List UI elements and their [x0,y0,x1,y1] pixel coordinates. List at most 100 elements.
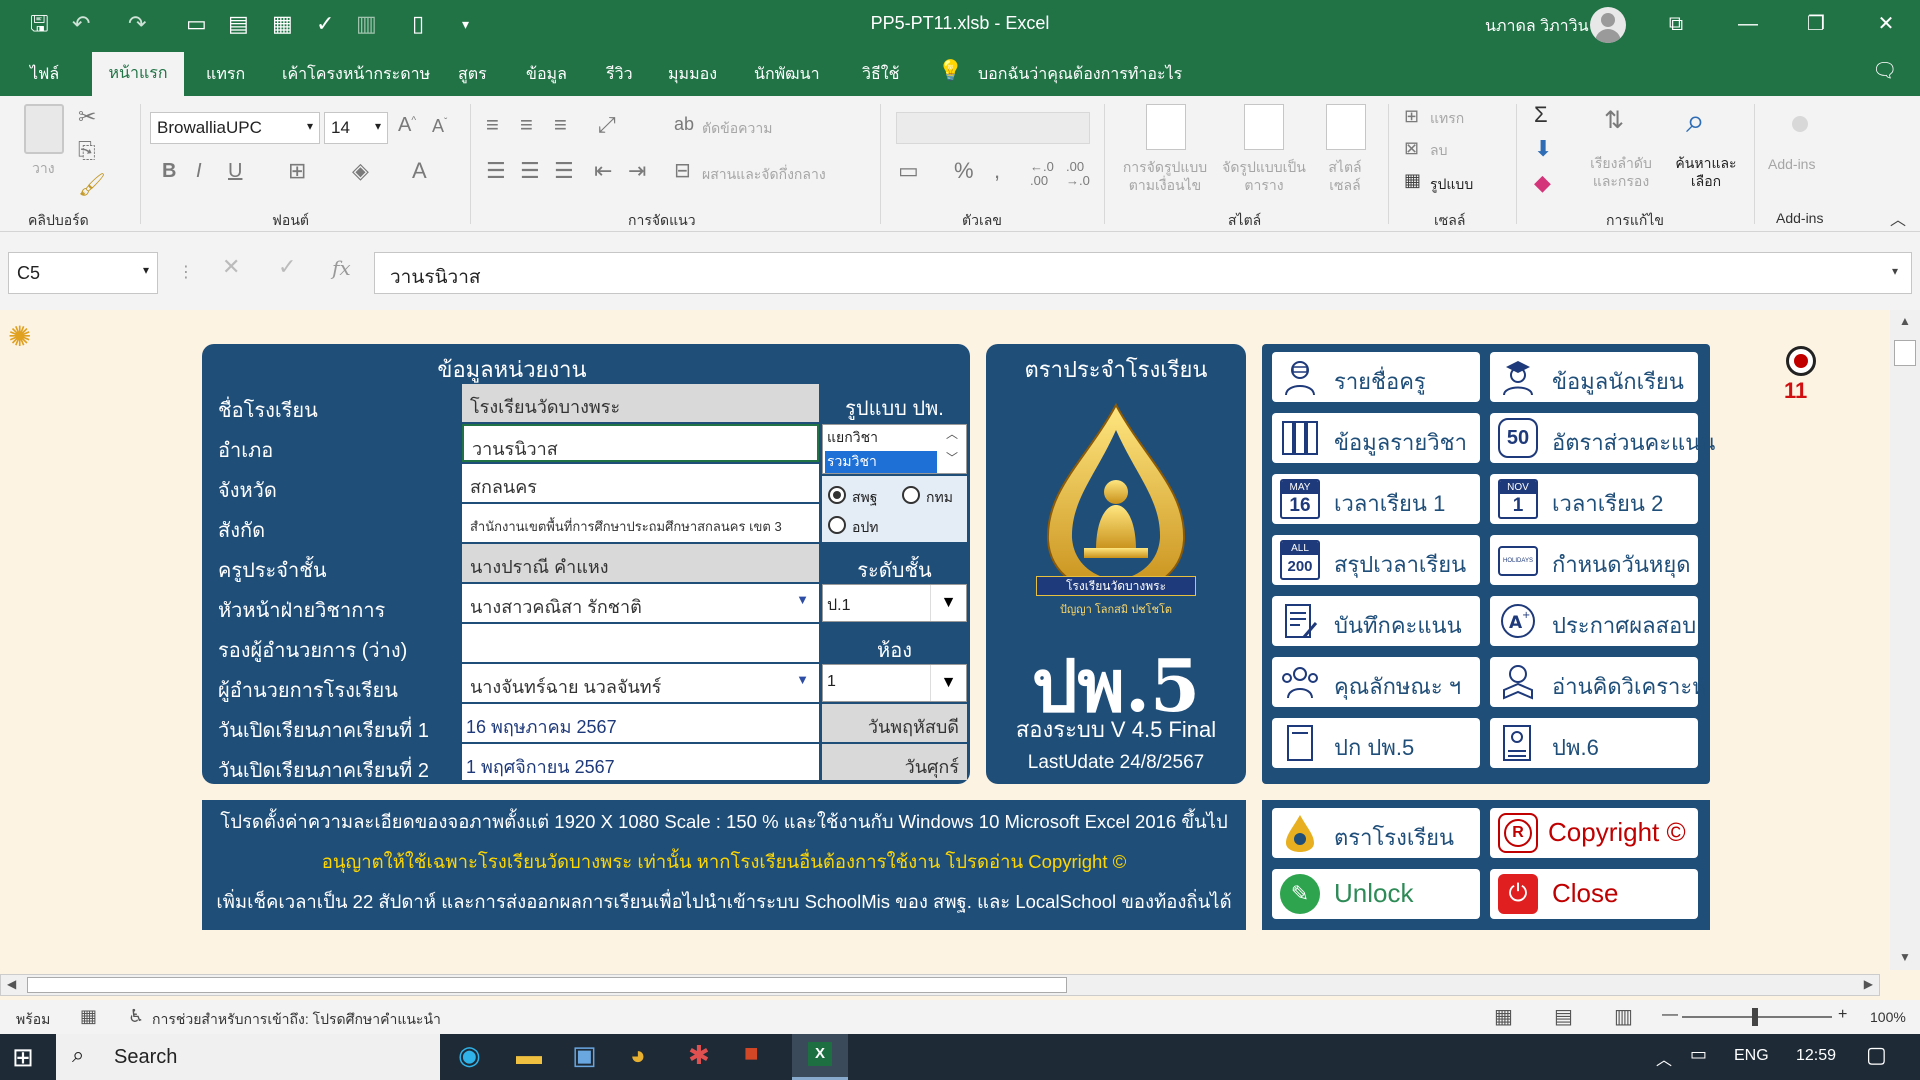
scroll-up-icon[interactable]: ︿ [946,425,958,442]
pp6-button[interactable]: ปพ.6 [1490,718,1698,768]
align-right-icon[interactable]: ☰ [554,158,574,184]
delete-cells-button[interactable]: ลบ [1430,140,1447,162]
formula-input[interactable]: วานรนิวาส [374,252,1912,294]
tab-insert[interactable]: แทรก [206,62,245,87]
cell-style-button[interactable]: สไตล์เซลล์ [1314,158,1376,194]
open-folder-icon[interactable]: ▭ [186,11,207,37]
ribbon-display-icon[interactable]: ⧉ [1656,8,1696,40]
term1-date-cell[interactable]: 16 พฤษภาคม 2567 [462,704,819,742]
decrease-indent-icon[interactable]: ⇤ [594,158,612,184]
fill-icon[interactable]: ⬇ [1534,136,1552,162]
format-cells-icon[interactable]: ▦ [1404,170,1421,191]
fill-color-icon[interactable]: ◈ [352,158,369,184]
align-center-icon[interactable]: ☰ [520,158,540,184]
page-break-view-icon[interactable]: ▥ [1614,1004,1633,1029]
scroll-left-icon[interactable]: ◀ [7,977,16,991]
academic-head-cell[interactable]: นางสาวคณิสา รักชาติ ▼ [462,584,819,622]
tab-view[interactable]: มุมมอง [668,62,717,87]
powerpoint-icon[interactable]: ■ [744,1040,759,1068]
zoom-in-icon[interactable]: + [1838,1006,1847,1024]
orientation-icon[interactable]: ⤢ [598,112,616,138]
pp5-cover-button[interactable]: ปก ปพ.5 [1272,718,1480,768]
format-option-combined[interactable]: รวมวิชา [825,451,937,473]
school-name-cell[interactable]: โรงเรียนวัดบางพระ [462,384,819,422]
tab-home[interactable]: หน้าแรก [92,52,184,96]
radio-lao[interactable] [828,516,846,534]
level-dropdown-icon[interactable]: ▼ [930,585,966,621]
wrap-text-icon[interactable]: ab [674,114,694,135]
decrease-font-icon[interactable]: Aˇ [432,116,447,137]
province-cell[interactable]: สกลนคร [462,464,819,502]
vertical-scroll-thumb[interactable] [1894,340,1916,366]
deputy-director-cell[interactable] [462,624,819,662]
room-dropdown-icon[interactable]: ▼ [930,665,966,701]
page-layout-view-icon[interactable]: ▤ [1554,1004,1573,1029]
tab-help[interactable]: วิธีใช้ [862,62,899,87]
excel-taskbar-button[interactable]: X [792,1034,848,1080]
network-icon[interactable]: ▭ [1690,1044,1707,1065]
new-file-icon[interactable]: ▯ [412,11,424,37]
comments-icon[interactable]: 🗨 [1872,58,1897,83]
tab-file[interactable]: ไฟล์ [30,62,59,87]
zoom-out-icon[interactable]: — [1662,1006,1678,1024]
teacher-list-button[interactable]: รายชื่อครู [1272,352,1480,402]
format-table-icon[interactable] [1244,104,1284,150]
term2-date-cell[interactable]: 1 พฤศจิกายน 2567 [462,744,819,780]
affiliation-cell[interactable]: สำนักงานเขตพื้นที่การศึกษาประถมศึกษาสกลน… [462,504,819,542]
border-icon[interactable]: ⊞ [288,158,306,184]
tray-chevron-icon[interactable]: ︿ [1656,1046,1672,1070]
attendance-summary-button[interactable]: ALL 200 สรุปเวลาเรียน [1272,535,1480,585]
level-select[interactable]: ป.1 ▼ [822,584,967,622]
sort-filter-button[interactable]: เรียงลำดับและกรอง [1586,154,1656,190]
underline-icon[interactable]: U [228,160,242,183]
attendance-1-button[interactable]: MAY 16 เวลาเรียน 1 [1272,474,1480,524]
undo-icon[interactable]: ↶ [72,11,90,37]
characteristics-button[interactable]: คุณลักษณะ ฯ [1272,657,1480,707]
format-cells-button[interactable]: รูปแบบ [1430,174,1473,196]
redo-icon[interactable]: ↷ [128,11,146,37]
clock[interactable]: 12:59 [1796,1047,1836,1065]
unlock-button[interactable]: ✎ Unlock [1272,869,1480,919]
user-name[interactable]: นภาดล วิภาวิน [1485,14,1589,39]
copy-icon[interactable]: ⎘ [78,138,96,164]
insert-function-icon[interactable]: fx [332,256,351,280]
close-button[interactable]: ⏻ Close [1490,869,1698,919]
accessibility-icon[interactable]: ♿ [128,1006,144,1027]
comma-icon[interactable]: , [994,158,1000,184]
tab-developer[interactable]: นักพัฒนา [754,62,820,87]
customize-qat-icon[interactable]: ▾ [462,11,469,37]
homeroom-teacher-cell[interactable]: นางปราณี คำแหง [462,544,819,582]
radio-obec[interactable] [828,486,846,504]
announce-results-button[interactable]: A + ประกาศผลสอบ [1490,596,1698,646]
merge-icon[interactable]: ⊟ [674,158,691,183]
district-cell[interactable]: วานรนิวาส [462,424,819,462]
subject-data-button[interactable]: ข้อมูลรายวิชา [1272,413,1480,463]
avatar[interactable] [1590,7,1626,43]
format-listbox[interactable]: แยกวิชา รวมวิชา ︿ ﹀ [822,424,967,474]
bold-icon[interactable]: B [162,160,176,183]
paste-icon[interactable] [24,104,64,154]
insert-cells-icon[interactable]: ⊞ [1404,106,1419,127]
addins-icon[interactable] [1792,116,1808,132]
find-icon[interactable]: ⌕ [1686,102,1705,141]
store-icon[interactable]: ▣ [572,1040,597,1071]
holidays-button[interactable]: HOLIDAYS กำหนดวันหยุด [1490,535,1698,585]
vertical-scrollbar[interactable]: ▲ ▼ [1890,310,1920,970]
increase-decimal-icon[interactable]: ←.0.00 [1030,160,1054,188]
increase-font-icon[interactable]: A^ [398,114,416,137]
scroll-down-arrow-icon[interactable]: ▼ [1899,950,1911,964]
format-painter-icon[interactable]: 🖌 [78,172,106,198]
merge-center-button[interactable]: ผสานและจัดกึ่งกลาง [702,164,826,186]
app-icon[interactable]: ✱ [688,1040,710,1071]
room-select[interactable]: 1 ▼ [822,664,967,702]
addins-button[interactable]: Add-ins [1768,156,1815,172]
scroll-up-arrow-icon[interactable]: ▲ [1899,314,1911,328]
school-logo-button[interactable]: ตราโรงเรียน [1272,808,1480,858]
insert-cells-button[interactable]: แทรก [1430,108,1464,130]
expand-formula-icon[interactable]: ▾ [1892,264,1898,278]
normal-view-icon[interactable]: ▦ [1494,1004,1513,1029]
radio-bma[interactable] [902,486,920,504]
scroll-right-icon[interactable]: ▶ [1864,977,1873,991]
windows-start-icon[interactable]: ⊞ [12,1042,34,1073]
cancel-icon[interactable]: ✕ [222,254,240,280]
